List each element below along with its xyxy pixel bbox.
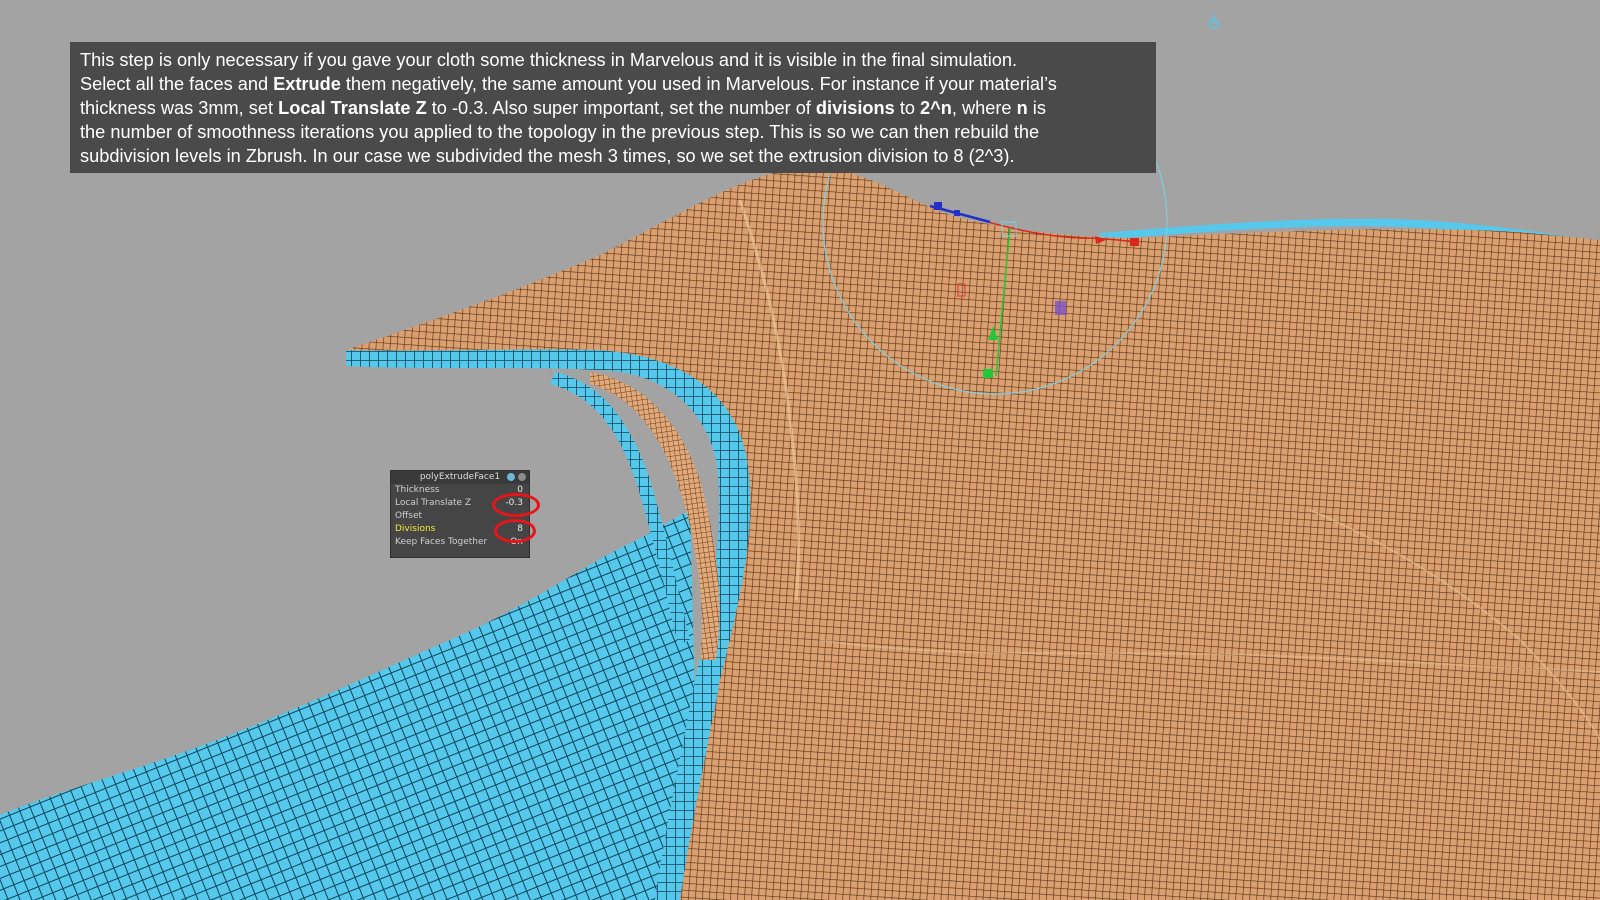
channel-value[interactable]: 0 — [497, 484, 523, 497]
channel-label: Divisions — [395, 524, 436, 534]
caption-line-3: thickness was 3mm, set Local Translate Z… — [80, 98, 1046, 118]
tutorial-caption: This step is only necessary if you gave … — [70, 42, 1156, 173]
pivot-marker-icon[interactable] — [1208, 14, 1220, 30]
caption-line-4: the number of smoothness iterations you … — [80, 122, 1040, 142]
channel-box-header: polyExtrudeFace1 — [391, 471, 529, 484]
caption-line-2: Select all the faces and Extrude them ne… — [80, 74, 1057, 94]
caption-line-5: subdivision levels in Zbrush. In our cas… — [80, 146, 1015, 166]
caption-emph-extrude: Extrude — [273, 74, 341, 94]
caption-emph-2n: 2^n — [920, 98, 952, 118]
channel-label: Local Translate Z — [395, 498, 472, 508]
channel-value[interactable]: On — [497, 536, 523, 549]
channel-box-poly-extrude[interactable]: polyExtrudeFace1 Thickness 0 Local Trans… — [390, 470, 530, 558]
lock-dot-icon[interactable] — [507, 473, 515, 481]
channel-row-offset[interactable]: Offset — [391, 510, 529, 523]
channel-box-title: polyExtrudeFace1 — [419, 472, 501, 482]
channel-label: Offset — [395, 511, 423, 521]
close-dot-icon[interactable] — [518, 473, 526, 481]
channel-row-thickness[interactable]: Thickness 0 — [391, 484, 529, 497]
caption-emph-local-translate: Local Translate Z — [278, 98, 427, 118]
channel-label: Keep Faces Together — [395, 537, 488, 547]
channel-value[interactable]: -0.3 — [497, 497, 523, 510]
channel-row-local-translate-z[interactable]: Local Translate Z -0.3 — [391, 497, 529, 510]
channel-label: Thickness — [395, 485, 440, 495]
channel-row-divisions[interactable]: Divisions 8 — [391, 523, 529, 536]
caption-emph-n: n — [1016, 98, 1028, 118]
channel-row-keep-faces-together[interactable]: Keep Faces Together On — [391, 536, 529, 549]
caption-emph-divisions: divisions — [815, 98, 895, 118]
channel-value[interactable]: 8 — [497, 523, 523, 536]
caption-line-1: This step is only necessary if you gave … — [80, 50, 1018, 70]
